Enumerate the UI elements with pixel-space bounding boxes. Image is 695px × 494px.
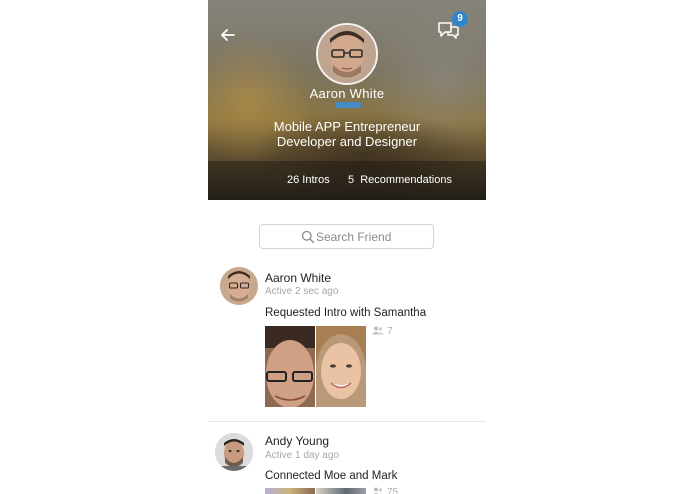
feed-active-status: Active 1 day ago — [265, 450, 339, 461]
profile-header: 9 Aaron White Mobile APP Entrepreneur De… — [208, 0, 486, 200]
feed-photo[interactable] — [265, 488, 315, 494]
profile-bio: Mobile APP Entrepreneur Developer and De… — [208, 119, 486, 149]
connections-count-value: 7 — [387, 326, 393, 337]
profile-name: Aaron White — [309, 86, 385, 101]
search-box[interactable] — [259, 224, 434, 249]
feed-avatar[interactable] — [215, 433, 253, 471]
feed-action-text: Connected Moe and Mark — [265, 470, 398, 482]
recommendations-count[interactable]: 5 Recommendations — [348, 174, 452, 186]
profile-avatar-image — [318, 25, 376, 83]
connections-count: 7 — [372, 326, 393, 337]
connections-count-value: 75 — [387, 487, 399, 494]
profile-avatar[interactable] — [316, 23, 378, 85]
feed-photo[interactable] — [316, 488, 366, 494]
people-icon — [372, 326, 384, 335]
bio-line-1: Mobile APP Entrepreneur — [273, 119, 421, 134]
back-button[interactable] — [218, 26, 238, 44]
search-icon — [301, 230, 315, 244]
feed-user-name[interactable]: Aaron White — [265, 271, 331, 285]
back-arrow-icon — [221, 29, 235, 41]
bio-line-2: Developer and Designer — [276, 134, 418, 149]
feed-photo[interactable] — [316, 326, 366, 407]
feed-action-text: Requested Intro with Samantha — [265, 307, 427, 319]
people-icon — [373, 487, 383, 494]
app-screen: 9 Aaron White Mobile APP Entrepreneur De… — [208, 0, 486, 494]
connections-count: 75 — [372, 487, 398, 494]
feed-divider — [208, 421, 486, 422]
feed-photo[interactable] — [265, 326, 315, 407]
search-input[interactable] — [316, 228, 428, 246]
feed-avatar[interactable] — [220, 267, 258, 305]
notification-badge: 9 — [452, 11, 468, 27]
profile-tag — [335, 102, 361, 108]
feed-active-status: Active 2 sec ago — [265, 286, 339, 297]
feed-user-name[interactable]: Andy Young — [265, 434, 329, 448]
intros-count[interactable]: 26 Intros — [287, 174, 330, 186]
feed-avatar-image — [215, 433, 253, 471]
feed-avatar-image — [220, 267, 258, 305]
profile-stats-bar: 26 Intros 5 Recommendations — [208, 161, 486, 200]
feed-photo-image — [316, 326, 366, 407]
feed-photo-image — [265, 326, 315, 407]
